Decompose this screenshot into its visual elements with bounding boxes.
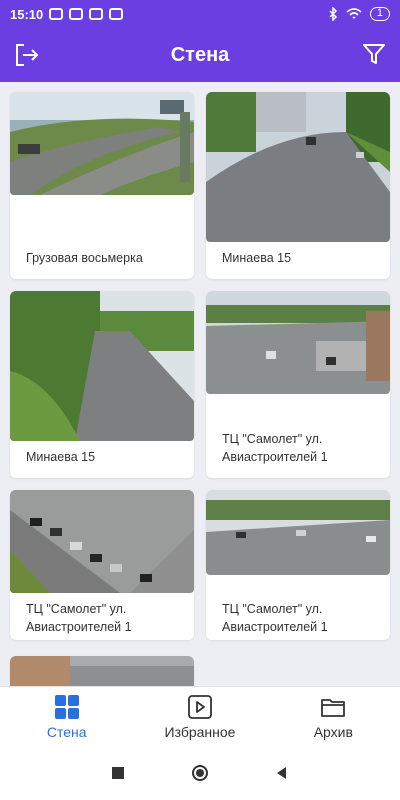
recent-apps-icon[interactable] <box>109 764 127 782</box>
nav-item-favorites[interactable]: Избранное <box>133 687 266 746</box>
filter-icon[interactable] <box>362 42 386 66</box>
nav-item-archive[interactable]: Архив <box>267 687 400 746</box>
grid-icon <box>54 694 79 719</box>
camera-snapshot[interactable] <box>10 490 194 593</box>
camera-card[interactable] <box>10 656 194 686</box>
back-icon[interactable] <box>273 764 291 782</box>
nav-label: Стена <box>46 723 87 740</box>
system-nav-bar <box>0 746 400 800</box>
home-icon[interactable] <box>191 764 209 782</box>
camera-card[interactable]: Минаева 15 <box>206 92 390 279</box>
app-bar: Стена <box>0 28 400 82</box>
notification-icon <box>109 8 124 20</box>
page-title: Стена <box>170 43 230 66</box>
camera-label: ТЦ "Самолет" ул. Авиастроителей 1 <box>222 432 328 464</box>
camera-snapshot[interactable] <box>206 92 390 242</box>
camera-label: Грузовая восьмерка <box>26 251 143 265</box>
bottom-nav: Стена Избранное Архив <box>0 686 400 746</box>
play-icon <box>188 694 212 719</box>
nav-label: Архив <box>313 723 353 740</box>
camera-snapshot[interactable] <box>10 656 194 686</box>
bluetooth-icon <box>329 7 337 21</box>
camera-snapshot[interactable] <box>10 291 194 441</box>
nav-item-wall[interactable]: Стена <box>0 687 133 746</box>
notification-icon <box>69 8 84 20</box>
nav-label: Избранное <box>164 723 236 740</box>
notification-icons <box>49 8 124 20</box>
camera-label: ТЦ "Самолет" ул. Авиастроителей 1 <box>26 602 132 634</box>
camera-card[interactable]: ТЦ "Самолет" ул. Авиастроителей 1 <box>206 291 390 478</box>
system-status-icons: 1 <box>328 7 390 21</box>
camera-label: ТЦ "Самолет" ул. Авиастроителей 1 <box>222 602 328 634</box>
camera-label: Минаева 15 <box>222 251 292 265</box>
camera-card[interactable]: ТЦ "Самолет" ул. Авиастроителей 1 <box>206 490 390 640</box>
status-time: 15:10 <box>10 6 44 22</box>
battery-icon: 1 <box>369 7 390 21</box>
notification-icon <box>49 8 64 20</box>
camera-card[interactable]: ТЦ "Самолет" ул. Авиастроителей 1 <box>10 490 194 640</box>
notification-icon <box>89 8 104 20</box>
logout-icon[interactable] <box>14 42 40 68</box>
folder-icon <box>321 698 346 717</box>
camera-snapshot[interactable] <box>10 92 194 195</box>
camera-wall[interactable]: Грузовая восьмерка Минаева 15 Минаева 15… <box>0 82 400 686</box>
status-bar: 15:10 1 <box>0 0 400 28</box>
camera-snapshot[interactable] <box>206 291 390 394</box>
camera-card[interactable]: Грузовая восьмерка <box>10 92 194 279</box>
camera-card[interactable]: Минаева 15 <box>10 291 194 478</box>
wifi-icon <box>346 8 362 19</box>
camera-snapshot[interactable] <box>206 490 390 575</box>
camera-label: Минаева 15 <box>26 450 96 464</box>
